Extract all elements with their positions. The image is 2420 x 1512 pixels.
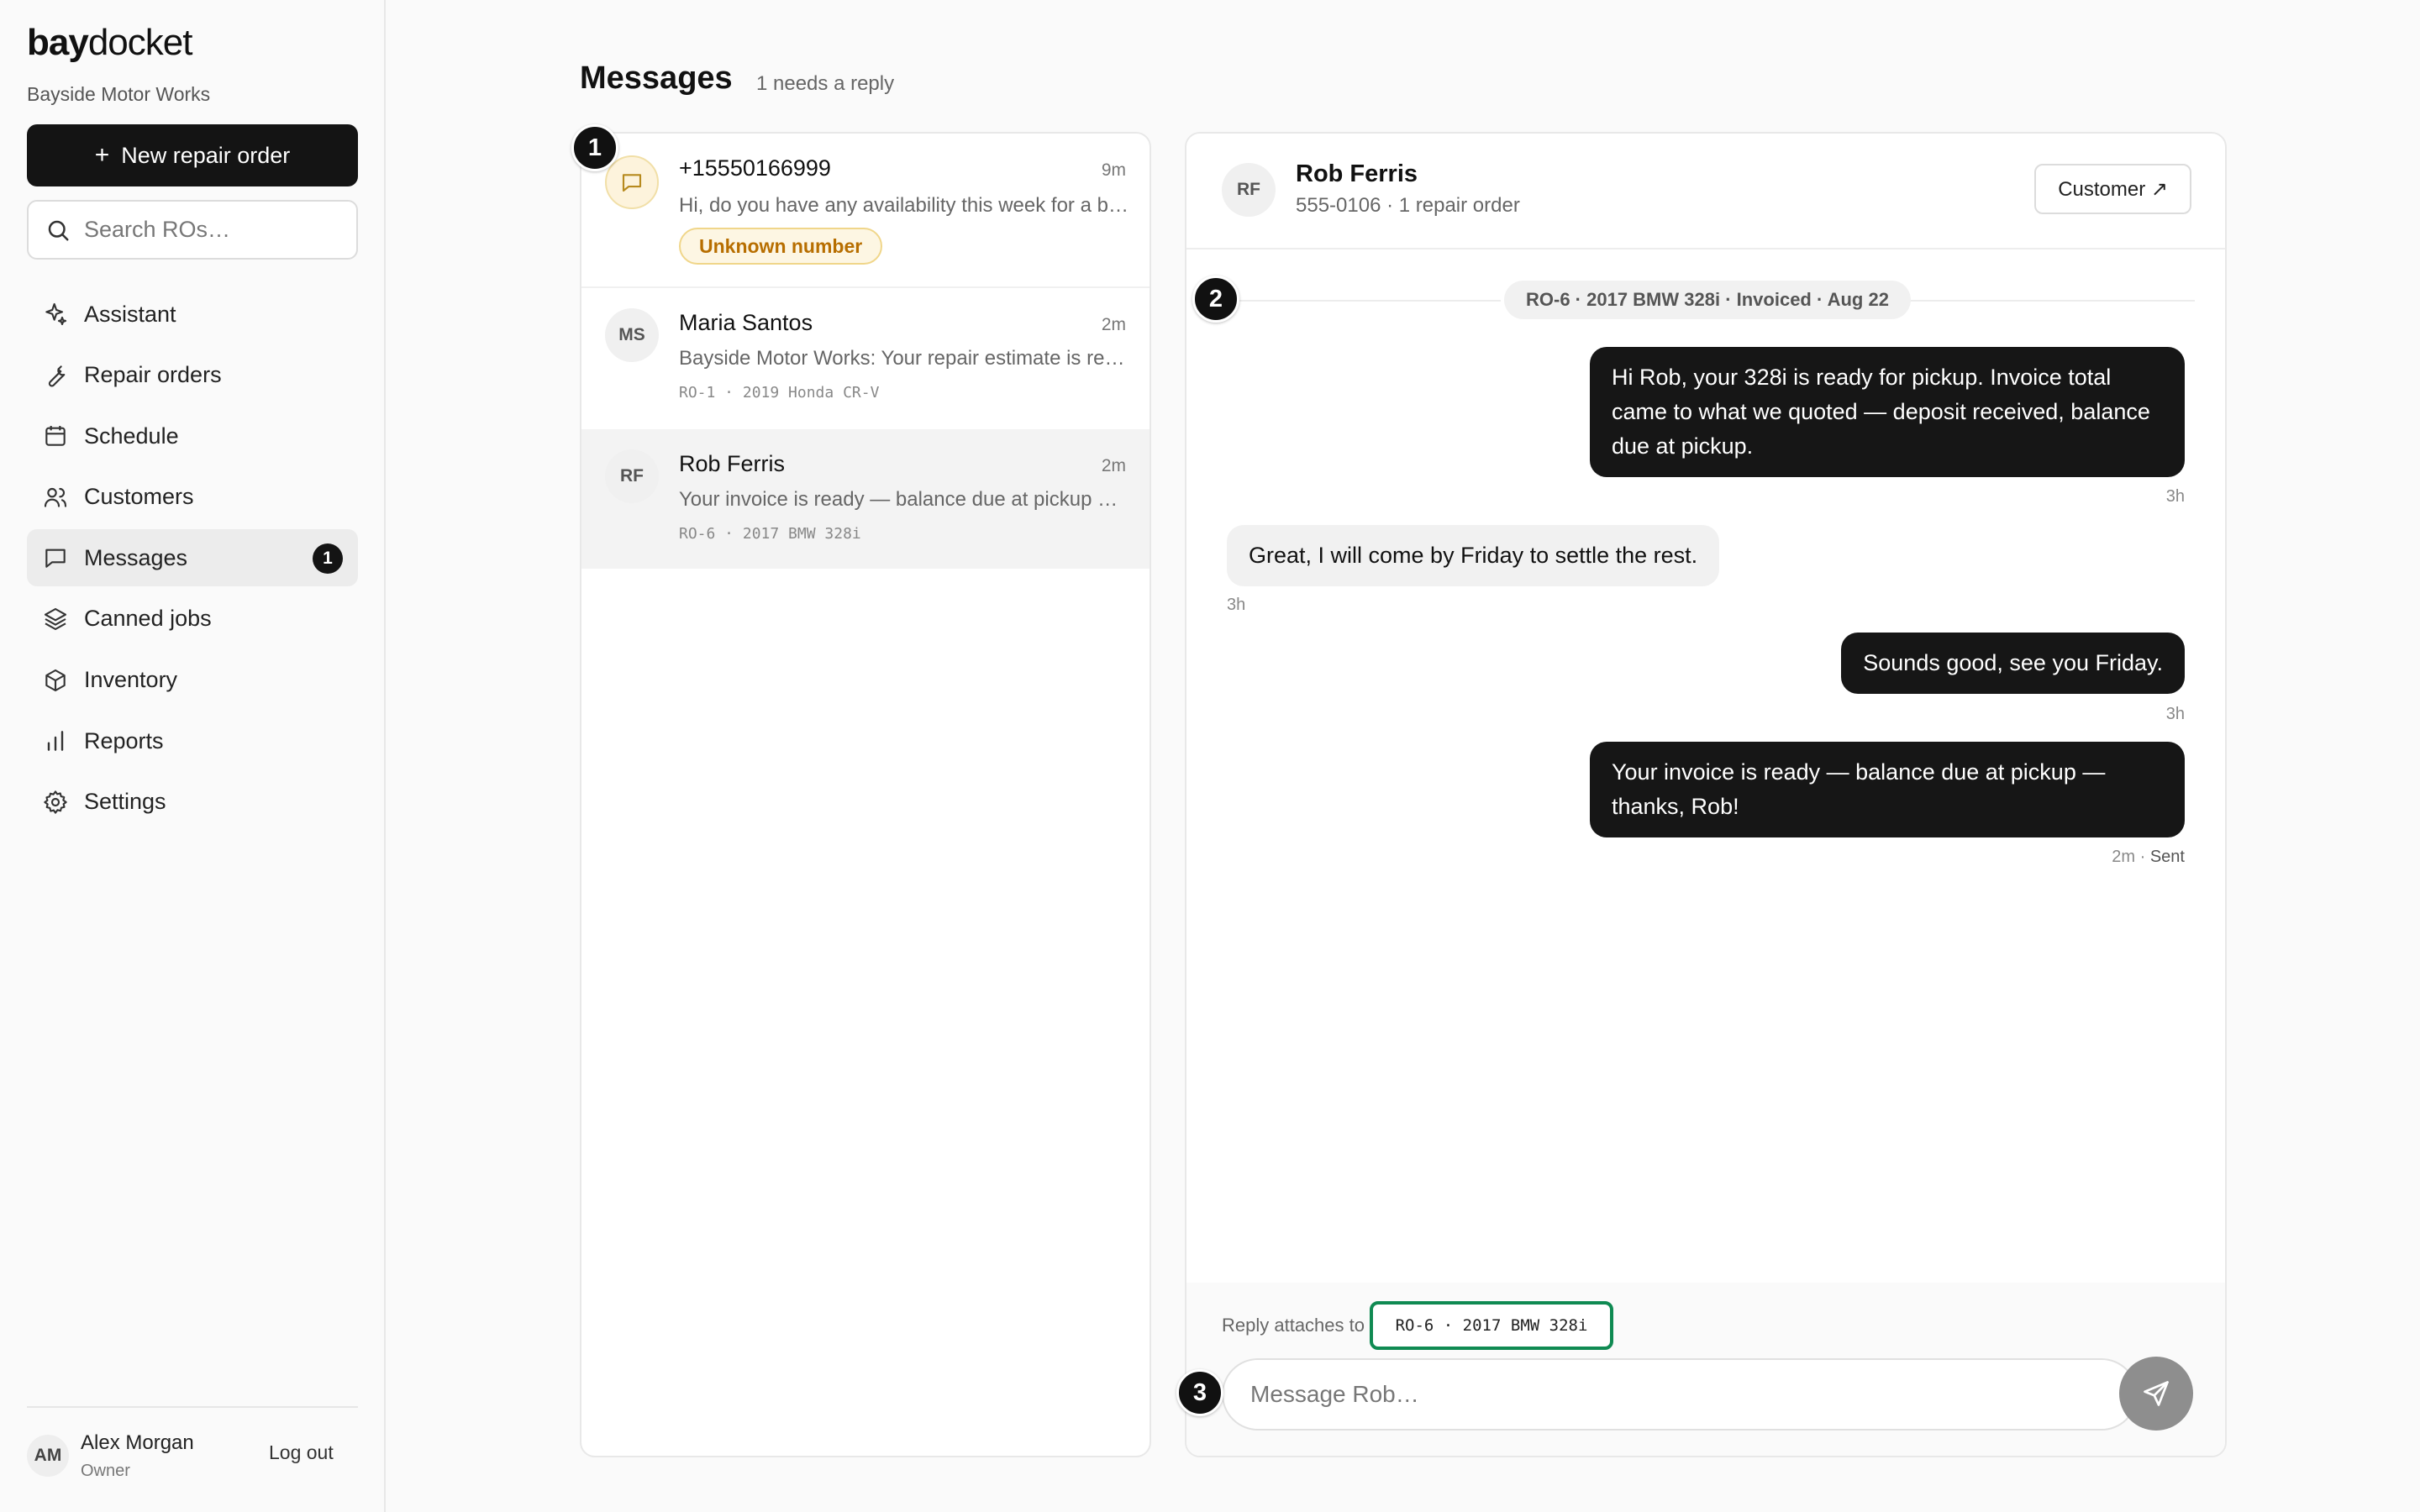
- gear-icon: [44, 790, 67, 814]
- new-repair-order-label: New repair order: [121, 142, 291, 168]
- sidebar-item-label: Repair orders: [84, 362, 222, 388]
- conversation-list: +15550166999 9m Hi, do you have any avai…: [580, 132, 1151, 1457]
- contact-subtitle: 555-0106 · 1 repair order: [1296, 194, 1520, 217]
- unread-count-badge: 1: [313, 543, 343, 575]
- message-timestamp: 3h: [2165, 487, 2185, 506]
- message-bubble-outgoing: Hi Rob, your 328i is ready for pickup. I…: [1590, 347, 2185, 477]
- contact-avatar: RF: [1222, 163, 1276, 217]
- conversation-name: Rob Ferris: [679, 451, 786, 476]
- sidebar-divider: [27, 1406, 358, 1408]
- sidebar: baydocket Bayside Motor Works + New repa…: [0, 0, 386, 1512]
- unknown-number-badge: Unknown number: [679, 228, 883, 265]
- sidebar-item-messages[interactable]: Messages 1: [27, 529, 358, 587]
- conversation-preview: Bayside Motor Works: Your repair estimat…: [679, 347, 1133, 370]
- chat-icon: [622, 174, 642, 192]
- divider-line: [1909, 300, 2195, 302]
- sent-status: Sent: [2149, 848, 2185, 866]
- sidebar-item-canned-jobs[interactable]: Canned jobs: [27, 591, 358, 648]
- user-role: Owner: [81, 1462, 130, 1480]
- conversation-ro: RO-6 · 2017 BMW 328i: [679, 525, 861, 543]
- page-title: Messages: [580, 60, 733, 96]
- conversation-name: Maria Santos: [679, 310, 813, 335]
- contact-name: Rob Ferris: [1296, 160, 1418, 187]
- ro-divider-pill[interactable]: RO-6 · 2017 BMW 328i · Invoiced · Aug 22: [1504, 281, 1911, 319]
- wrench-icon: [48, 365, 66, 387]
- message-input[interactable]: [1222, 1358, 2138, 1431]
- conversation-avatar: [605, 155, 659, 209]
- users-icon: [44, 487, 67, 507]
- app-logo[interactable]: baydocket: [27, 22, 192, 64]
- conversation-preview: Hi, do you have any availability this we…: [679, 194, 1133, 217]
- sidebar-item-label: Customers: [84, 484, 194, 510]
- message-timestamp: 2m: [2112, 848, 2136, 866]
- step-marker-3: 3: [1176, 1369, 1223, 1416]
- sidebar-item-label: Assistant: [84, 301, 176, 327]
- sparkle-icon: [45, 302, 67, 326]
- sidebar-item-label: Inventory: [84, 667, 178, 693]
- message-bubble-outgoing: Your invoice is ready — balance due at p…: [1590, 742, 2185, 837]
- bar-chart-icon: [47, 731, 64, 752]
- send-button[interactable]: [2119, 1357, 2193, 1431]
- thread-header: RF Rob Ferris 555-0106 · 1 repair order …: [1186, 134, 2225, 249]
- sidebar-item-repair-orders[interactable]: Repair orders: [27, 347, 358, 404]
- reply-attach-ro-chip[interactable]: RO-6 · 2017 BMW 328i: [1370, 1301, 1613, 1350]
- sidebar-item-label: Messages: [84, 544, 188, 570]
- conversation-name: +15550166999: [679, 155, 831, 181]
- conversation-preview: Your invoice is ready — balance due at p…: [679, 488, 1133, 511]
- reply-attaches-label: Reply attaches to: [1222, 1315, 1365, 1336]
- conversation-avatar: MS: [605, 308, 659, 362]
- conversation-time: 9m: [1101, 160, 1126, 180]
- sidebar-item-label: Reports: [84, 727, 164, 753]
- conversation-item[interactable]: +15550166999 9m Hi, do you have any avai…: [581, 134, 1150, 286]
- step-marker-2: 2: [1192, 276, 1239, 323]
- message-thread: RF Rob Ferris 555-0106 · 1 repair order …: [1185, 132, 2227, 1457]
- send-icon: [2144, 1381, 2169, 1406]
- customer-link-button[interactable]: Customer ↗: [2034, 164, 2191, 214]
- user-avatar[interactable]: AM: [27, 1435, 69, 1477]
- plus-icon: +: [94, 141, 110, 169]
- conversation-item[interactable]: MS Maria Santos 2m Bayside Motor Works: …: [581, 288, 1150, 428]
- sidebar-item-label: Settings: [84, 789, 166, 815]
- logout-button[interactable]: Log out: [269, 1441, 334, 1464]
- step-marker-1: 1: [571, 124, 618, 171]
- sidebar-item-inventory[interactable]: Inventory: [27, 652, 358, 709]
- conversation-ro: RO-1 · 2019 Honda CR-V: [679, 384, 880, 402]
- conversation-avatar: RF: [605, 449, 659, 503]
- sidebar-item-settings[interactable]: Settings: [27, 774, 358, 831]
- new-repair-order-button[interactable]: + New repair order: [27, 124, 358, 186]
- shop-name: Bayside Motor Works: [27, 83, 211, 105]
- user-name: Alex Morgan: [81, 1431, 194, 1454]
- message-timestamp: 3h: [2165, 705, 2185, 723]
- conversation-item-selected[interactable]: RF Rob Ferris 2m Your invoice is ready —…: [581, 429, 1150, 569]
- search-input[interactable]: [84, 217, 353, 243]
- sidebar-item-label: Canned jobs: [84, 606, 212, 632]
- search-box[interactable]: [27, 200, 358, 260]
- calendar-icon: [45, 426, 66, 446]
- layers-icon: [44, 607, 67, 631]
- sidebar-item-customers[interactable]: Customers: [27, 469, 358, 526]
- sidebar-item-assistant[interactable]: Assistant: [27, 286, 358, 343]
- message-bubble-outgoing: Sounds good, see you Friday.: [1841, 633, 2185, 694]
- divider-line: [1223, 300, 1501, 302]
- needs-reply-count: 1 needs a reply: [756, 72, 895, 95]
- message-timestamp: 3h: [1227, 596, 1246, 614]
- sidebar-item-reports[interactable]: Reports: [27, 712, 358, 769]
- box-icon: [45, 669, 66, 691]
- search-icon: [48, 220, 69, 240]
- conversation-time: 2m: [1101, 315, 1126, 334]
- sidebar-item-schedule[interactable]: Schedule: [27, 407, 358, 465]
- conversation-time: 2m: [1101, 456, 1126, 475]
- sidebar-item-label: Schedule: [84, 423, 179, 449]
- message-bubble-incoming: Great, I will come by Friday to settle t…: [1227, 525, 1720, 586]
- message-status: 2m · Sent: [2112, 848, 2185, 866]
- chat-icon: [45, 549, 66, 569]
- sidebar-nav: Assistant Repair orders Schedule Custome…: [27, 286, 358, 834]
